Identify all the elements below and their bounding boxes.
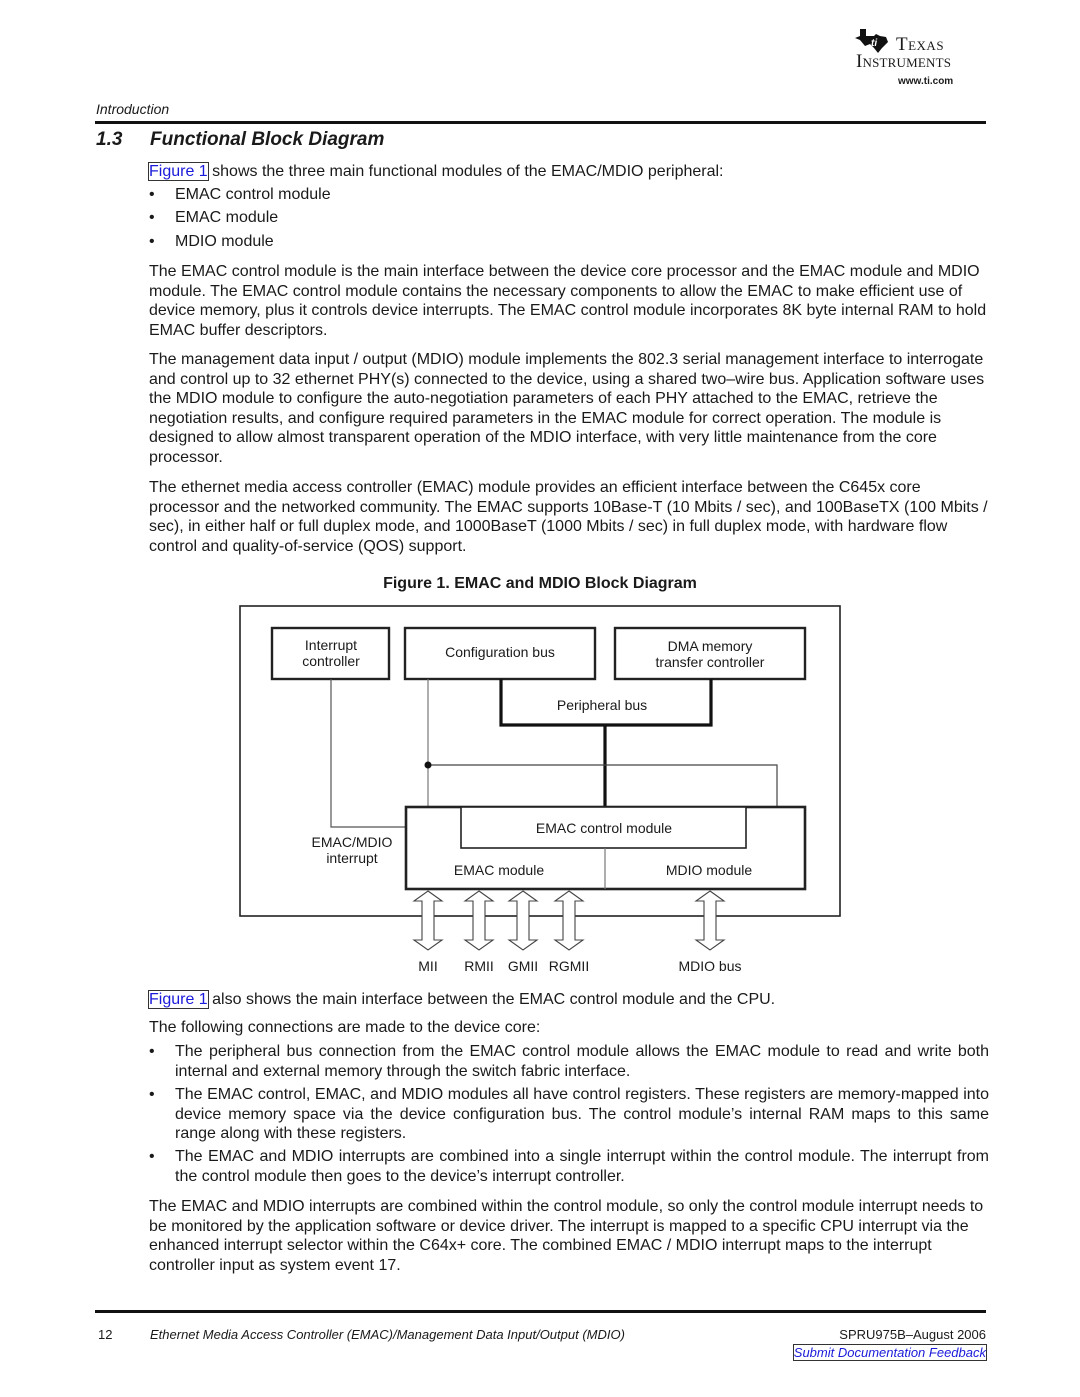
- arrow-mii: [412, 890, 444, 951]
- bullet-icon: •: [149, 186, 155, 203]
- figure-interface-paragraph: Figure 1 also shows the main interface b…: [148, 990, 776, 1009]
- logo-url[interactable]: www.ti.com: [898, 76, 953, 87]
- emac-mdio-block: EMAC control module EMAC module MDIO mod…: [404, 805, 807, 891]
- configuration-bus-block: Configuration bus: [403, 626, 597, 681]
- arrow-mdio-bus: [694, 890, 726, 951]
- footer-rule: [95, 1310, 986, 1313]
- bullet-icon: •: [149, 1043, 155, 1060]
- svg-text:Peripheral bus: Peripheral bus: [557, 697, 647, 713]
- intro-paragraph: Figure 1 shows the three main functional…: [148, 162, 989, 182]
- document-title: Ethernet Media Access Controller (EMAC)/…: [150, 1327, 625, 1342]
- svg-text:DMA memory: DMA memory: [668, 638, 753, 654]
- interrupt-controller-block: Interrupt controller: [270, 626, 391, 681]
- connections-intro: The following connections are made to th…: [149, 1019, 541, 1036]
- bullet-icon: •: [149, 1086, 155, 1103]
- svg-text:interrupt: interrupt: [326, 850, 377, 866]
- intro-text: shows the three main functional modules …: [207, 163, 724, 180]
- paragraph-emac: The ethernet media access controller (EM…: [149, 479, 988, 555]
- dma-controller-block: DMA memory transfer controller: [613, 626, 807, 681]
- port-label-rmii: RMII: [464, 958, 494, 974]
- bullet-icon: •: [149, 209, 155, 226]
- peripheral-bus: Peripheral bus: [499, 679, 713, 807]
- paragraph-mdio: The management data input / output (MDIO…: [149, 351, 985, 466]
- figure-1-link[interactable]: Figure 1: [148, 162, 209, 181]
- port-label-mii: MII: [418, 958, 437, 974]
- submit-feedback-link[interactable]: Submit Documentation Feedback: [792, 1344, 988, 1361]
- svg-text:controller: controller: [302, 653, 360, 669]
- connection-bullet: • The EMAC control, EMAC, and MDIO module…: [149, 1086, 989, 1143]
- port-arrows: [412, 890, 726, 951]
- ti-logo: ti Texas Instruments www.ti.com: [850, 26, 990, 90]
- arrow-rmii: [463, 890, 495, 951]
- figure-caption: Figure 1. EMAC and MDIO Block Diagram: [383, 575, 697, 592]
- header-rule: [95, 121, 986, 124]
- interrupt-label: EMAC/MDIO interrupt: [312, 834, 393, 866]
- svg-text:Configuration bus: Configuration bus: [445, 644, 555, 660]
- port-label-gmii: GMII: [508, 958, 538, 974]
- bullet-icon: •: [149, 1148, 155, 1165]
- emac-module: EMAC module: [454, 862, 544, 878]
- page-number: 12: [98, 1327, 113, 1342]
- connection-bullet: • The EMAC and MDIO interrupts are combin…: [149, 1148, 989, 1185]
- svg-text:EMAC control module: EMAC control module: [536, 820, 672, 836]
- port-label-rgmii: RGMII: [549, 958, 589, 974]
- bullet-icon: •: [149, 233, 155, 250]
- figure-1-link[interactable]: Figure 1: [148, 990, 209, 1009]
- svg-text:EMAC/MDIO: EMAC/MDIO: [312, 834, 393, 850]
- svg-text:ti: ti: [871, 38, 877, 49]
- running-header: Introduction: [96, 101, 170, 117]
- port-label-mdio-bus: MDIO bus: [678, 958, 741, 974]
- block-diagram: Interrupt controller Configuration bus D…: [239, 605, 841, 974]
- port-labels: MII RMII GMII RGMII MDIO bus: [418, 958, 741, 974]
- svg-text:Interrupt: Interrupt: [305, 637, 357, 653]
- document-id: SPRU975B–August 2006: [839, 1327, 986, 1342]
- mdio-module: MDIO module: [666, 862, 753, 878]
- arrow-gmii: [507, 890, 539, 951]
- arrow-rgmii: [553, 890, 585, 951]
- section-number: 1.3: [96, 129, 123, 150]
- closing-paragraph: The EMAC and MDIO interrupts are combine…: [149, 1198, 984, 1274]
- connection-bullet: • The peripheral bus connection from the …: [149, 1043, 989, 1080]
- section-title: Functional Block Diagram: [150, 129, 385, 150]
- paragraph-emac-control: The EMAC control module is the main inte…: [149, 263, 987, 339]
- logo-instruments: Instruments: [856, 51, 952, 72]
- svg-text:transfer controller: transfer controller: [656, 654, 765, 670]
